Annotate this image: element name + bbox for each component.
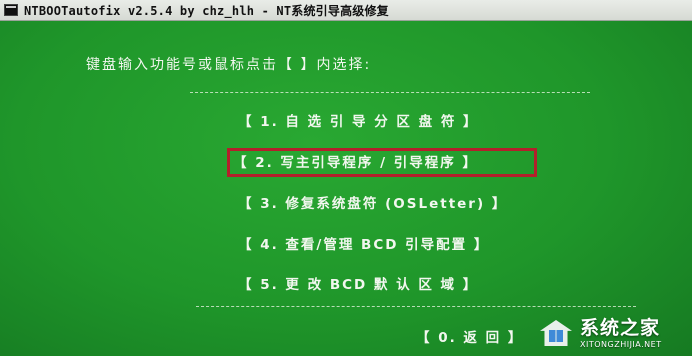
selection-prompt: 键盘输入功能号或鼠标点击【 】内选择:: [86, 57, 372, 73]
watermark-name: 系统之家: [580, 317, 661, 339]
menu-item-1-select-boot-partition[interactable]: 【 1. 自 选 引 导 分 区 盘 符 】: [238, 110, 479, 130]
menu-item-3-fix-system-drive-letter[interactable]: 【 3. 修复系统盘符 (OSLetter) 】: [238, 192, 507, 212]
divider-top: [190, 92, 590, 93]
site-watermark: 系统之家 XITONGZHIJIA.NET: [536, 306, 692, 356]
console-app-icon: [4, 4, 18, 16]
house-logo-icon: [536, 314, 576, 348]
title-bar[interactable]: NTBOOTautofix v2.5.4 by chz_hlh - NT系统引导…: [0, 0, 692, 21]
menu-item-5-change-bcd-default[interactable]: 【 5. 更 改 BCD 默 认 区 域 】: [238, 273, 478, 293]
menu-item-0-back[interactable]: 【 0. 返 回 】: [416, 326, 523, 346]
menu-item-4-view-manage-bcd[interactable]: 【 4. 查看/管理 BCD 引导配置 】: [238, 233, 489, 253]
ntbootautofix-window: NTBOOTautofix v2.5.4 by chz_hlh - NT系统引导…: [0, 0, 692, 356]
watermark-url: XITONGZHIJIA.NET: [580, 340, 662, 349]
window-title: NTBOOTautofix v2.5.4 by chz_hlh - NT系统引导…: [24, 3, 389, 18]
selection-highlight-box: [227, 148, 537, 177]
